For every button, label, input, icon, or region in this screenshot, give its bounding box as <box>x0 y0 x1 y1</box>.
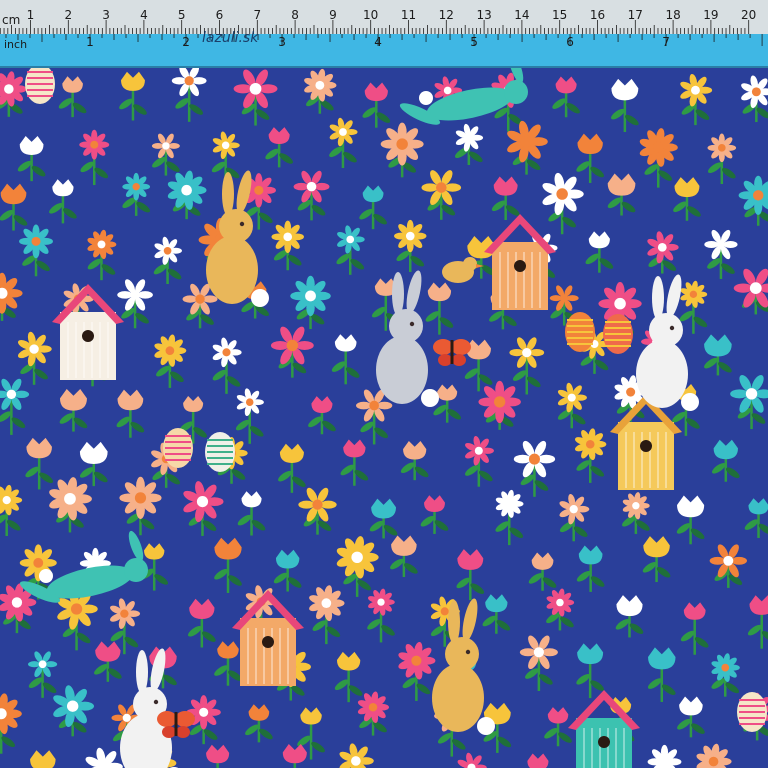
cm-number: 19 <box>703 8 718 22</box>
cm-number: 13 <box>476 8 491 22</box>
cm-number: 6 <box>216 8 224 22</box>
easter-egg-icon <box>163 428 193 468</box>
cm-number: 2 <box>64 8 72 22</box>
inch-unit-label: inch <box>4 38 27 51</box>
flower-icon <box>122 172 151 201</box>
cm-number: 9 <box>329 8 337 22</box>
flower-icon <box>380 122 424 166</box>
easter-egg-icon <box>565 312 595 352</box>
flower-icon <box>394 219 427 253</box>
inch-number: 2 <box>182 35 190 49</box>
inch-number: 6 <box>566 35 574 49</box>
inch-number: 4 <box>374 35 382 49</box>
butterfly-icon <box>157 711 195 738</box>
cm-number: 20 <box>741 8 756 22</box>
brand-label: lazuli.sk <box>202 30 259 46</box>
cm-number: 18 <box>665 8 680 22</box>
easter-egg-icon <box>603 314 633 354</box>
cm-number: 11 <box>401 8 416 22</box>
cm-number: 14 <box>514 8 529 22</box>
cm-unit-label: cm <box>2 13 20 27</box>
inch-number: 3 <box>278 35 286 49</box>
cm-number: 4 <box>140 8 148 22</box>
cm-number: 16 <box>590 8 605 22</box>
measuring-ruler: cm inch lazuli.sk 1 2 3 4 5 6 7 8 9 10 11 12 13 14 15 1… <box>0 0 768 68</box>
flower-icon <box>478 380 521 424</box>
ruler-edge <box>0 66 768 68</box>
cm-number: 10 <box>363 8 378 22</box>
fabric-photo: cm inch lazuli.sk 1 2 3 4 5 6 7 8 9 10 11 12 13 14 15 1… <box>0 0 768 768</box>
flower-icon <box>290 275 331 317</box>
inch-number: 5 <box>470 35 478 49</box>
flower-icon <box>79 129 110 160</box>
cm-number: 17 <box>628 8 643 22</box>
flower-icon <box>271 220 304 254</box>
cm-number: 5 <box>178 8 186 22</box>
cm-number: 7 <box>253 8 261 22</box>
flower-icon <box>119 476 162 519</box>
easter-egg-icon <box>737 692 767 732</box>
cm-number: 3 <box>102 8 110 22</box>
cm-number: 1 <box>27 8 35 22</box>
flower-icon <box>19 224 53 259</box>
cm-scale-band <box>0 0 768 34</box>
cm-number: 8 <box>291 8 299 22</box>
butterfly-icon <box>433 339 471 366</box>
easter-egg-icon <box>205 432 235 472</box>
flower-icon <box>707 133 737 163</box>
fabric-pattern <box>0 0 768 768</box>
inch-number: 7 <box>662 35 670 49</box>
inch-number: 1 <box>86 35 94 49</box>
cm-number: 12 <box>439 8 454 22</box>
inch-scale-band <box>0 34 768 66</box>
easter-egg-icon <box>25 64 55 104</box>
cm-number: 15 <box>552 8 567 22</box>
